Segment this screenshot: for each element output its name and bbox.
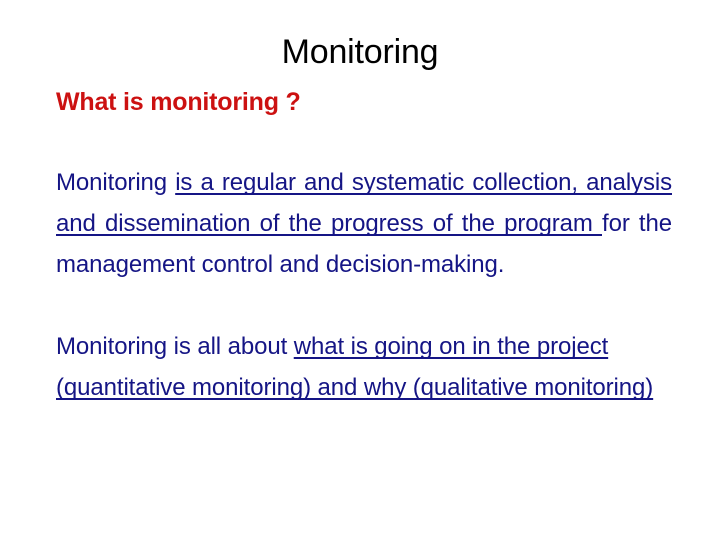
quant-qual-lead-text: Monitoring is all about xyxy=(56,333,294,360)
page-title: Monitoring xyxy=(281,33,439,71)
definition-lead-text: Monitoring xyxy=(56,169,176,196)
slide-canvas: Monitoring What is monitoring ? Monitori… xyxy=(0,0,720,540)
paragraph-definition: Monitoring is a regular and systematic c… xyxy=(56,162,672,285)
section-heading-question: What is monitoring ? xyxy=(56,88,301,116)
slide-body: Monitoring is a regular and systematic c… xyxy=(56,162,672,408)
paragraph-quant-qual: Monitoring is all about what is going on… xyxy=(56,326,672,408)
